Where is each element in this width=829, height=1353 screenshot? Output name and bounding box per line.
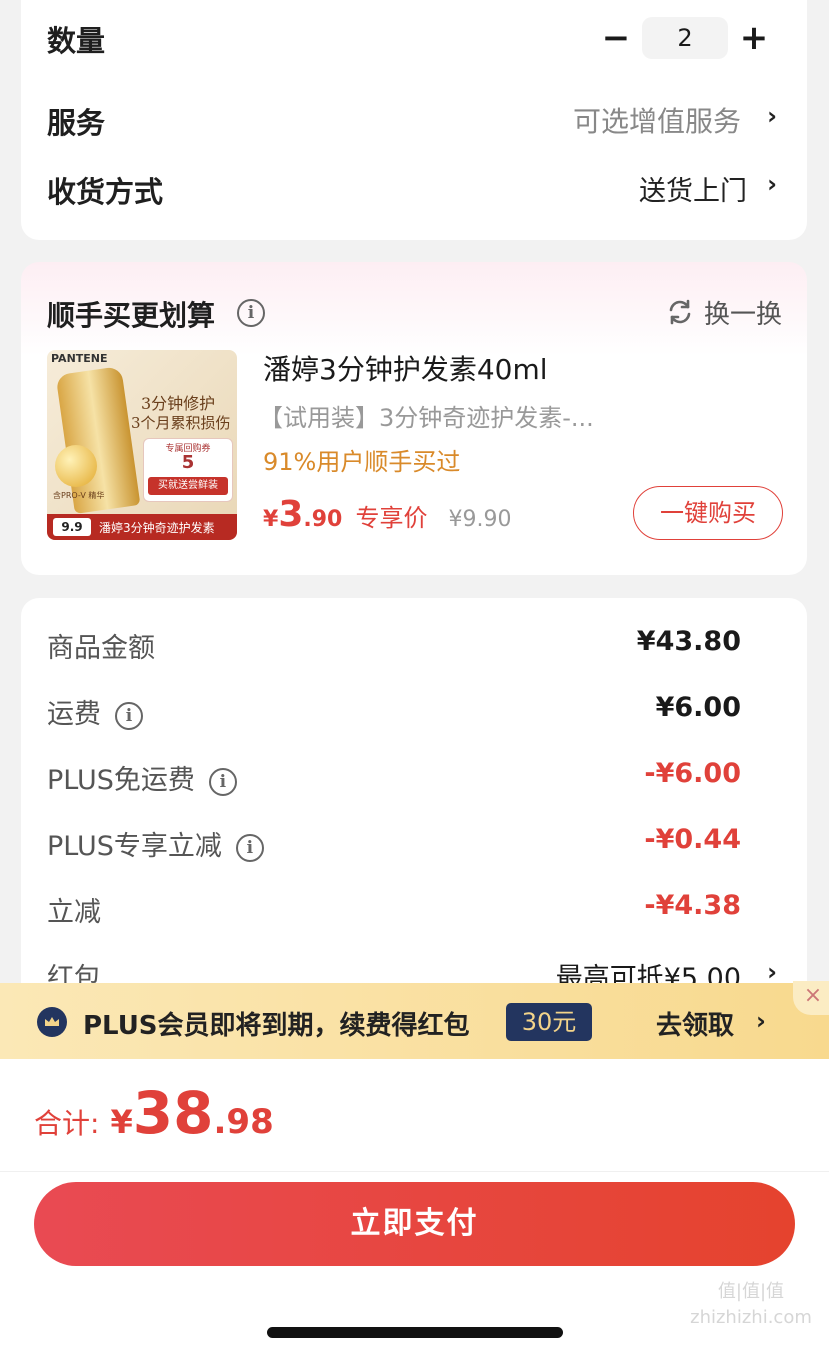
summary-row: PLUS专享立减 i -¥0.44 [21,824,807,868]
row-value: -¥0.44 [644,824,741,855]
plus-crown-icon [37,1007,67,1037]
divider [0,1171,829,1172]
row-value: ¥43.80 [636,626,741,657]
checkout-footer: 合计: ¥38.98 立即支付 值|值|值 zhizhizhi.com [0,1059,829,1353]
row-label: 商品金额 [47,633,155,664]
image-bottom-banner: 9.9 潘婷3分钟奇迹护发素 [47,514,237,540]
service-label: 服务 [47,106,106,140]
row-label: 立减 [47,897,101,928]
refresh-icon [669,299,691,325]
total-decimal: .98 [213,1102,274,1142]
image-coupon-badge: 专属回购券 5 买就送尝鲜装 [143,438,233,502]
row-label: PLUS免运费 [47,765,195,796]
total-price: 合计: ¥38.98 [34,1079,274,1149]
watermark: 值|值|值 zhizhizhi.com [690,1281,812,1328]
pay-now-button[interactable]: 立即支付 [34,1182,795,1266]
row-value: -¥4.38 [644,890,741,921]
price-decimal: .90 [303,507,343,532]
quantity-minus-button[interactable]: − [601,18,631,58]
product-name[interactable]: 潘婷3分钟护发素40ml [263,348,548,388]
product-capsule [55,445,97,487]
image-headline-1: 3分钟修护 [141,394,216,413]
row-value: ¥6.00 [655,692,741,723]
row-label: PLUS专享立减 [47,831,222,862]
total-symbol: ¥ [110,1103,133,1141]
image-bottom-text: 潘婷3分钟奇迹护发素 [99,521,215,535]
chevron-right-icon: › [756,1007,766,1035]
quantity-plus-button[interactable]: + [739,18,769,58]
total-label: 合计: [34,1107,100,1140]
refresh-label: 换一换 [704,300,783,330]
plus-renewal-banner[interactable]: PLUS会员即将到期，续费得红包 30元 去领取 › × [0,981,829,1059]
info-icon[interactable]: i [115,701,143,730]
chevron-right-icon: › [767,958,777,986]
original-price: ¥9.90 [448,507,512,532]
close-icon[interactable]: × [793,981,829,1015]
service-value: 可选增值服务 [572,105,741,138]
delivery-label: 收货方式 [47,175,164,209]
price-symbol: ¥ [263,507,279,532]
service-row[interactable]: 服务 可选增值服务 › [21,86,807,154]
price-integer: 3 [278,494,304,535]
image-headline-2: 3个月累积损伤 [131,414,231,432]
total-integer: 38 [132,1079,214,1147]
summary-row: 立减 -¥4.38 [21,890,807,934]
image-bottom-price: 9.9 [53,518,91,536]
summary-row: PLUS免运费 i -¥6.00 [21,758,807,802]
row-value: -¥6.00 [644,758,741,789]
quantity-value[interactable]: 2 [642,17,728,59]
image-badge-bottom: 买就送尝鲜装 [148,477,228,495]
one-click-buy-button[interactable]: 一键购买 [633,486,783,540]
summary-row: 运费 i ¥6.00 [21,692,807,736]
product-price: ¥3.90 专享价 ¥9.90 [263,494,512,538]
summary-row: 商品金额 ¥43.80 [21,626,807,670]
banner-text: PLUS会员即将到期，续费得红包 [83,1011,470,1041]
home-indicator [267,1327,563,1338]
addon-title: 顺手买更划算 [47,299,216,332]
price-tag: 专享价 [355,504,428,532]
image-pro-v: 含PRO-V 精华 [53,491,105,500]
quantity-label: 数量 [47,24,106,58]
addon-recommendation-card: 顺手买更划算 i 换一换 PANTENE 3分钟修护 3个月累积损伤 专属回购券… [21,262,807,575]
product-subtitle: 【试用装】3分钟奇迹护发素-... [259,404,594,432]
social-proof-text: 91%用户顺手买过 [263,448,461,476]
chevron-right-icon: › [767,170,777,198]
order-options-card: 数量 − 2 + 服务 可选增值服务 › 收货方式 送货上门 › [21,0,807,240]
chevron-right-icon: › [767,102,777,130]
banner-action[interactable]: 去领取 [656,1005,734,1042]
info-icon[interactable]: i [237,299,265,327]
image-badge-value: 5 [181,452,195,473]
delivery-row[interactable]: 收货方式 送货上门 › [21,156,807,224]
info-icon[interactable]: i [235,833,264,862]
product-image[interactable]: PANTENE 3分钟修护 3个月累积损伤 专属回购券 5 买就送尝鲜装 含PR… [47,350,237,540]
delivery-value: 送货上门 [639,176,747,207]
row-label: 运费 [47,699,101,730]
price-summary-card: 商品金额 ¥43.80 运费 i ¥6.00 PLUS免运费 i -¥6.00 PL… [21,598,807,1018]
info-icon[interactable]: i [208,767,237,796]
banner-badge: 30元 [506,1003,592,1041]
brand-logo: PANTENE [51,352,108,365]
